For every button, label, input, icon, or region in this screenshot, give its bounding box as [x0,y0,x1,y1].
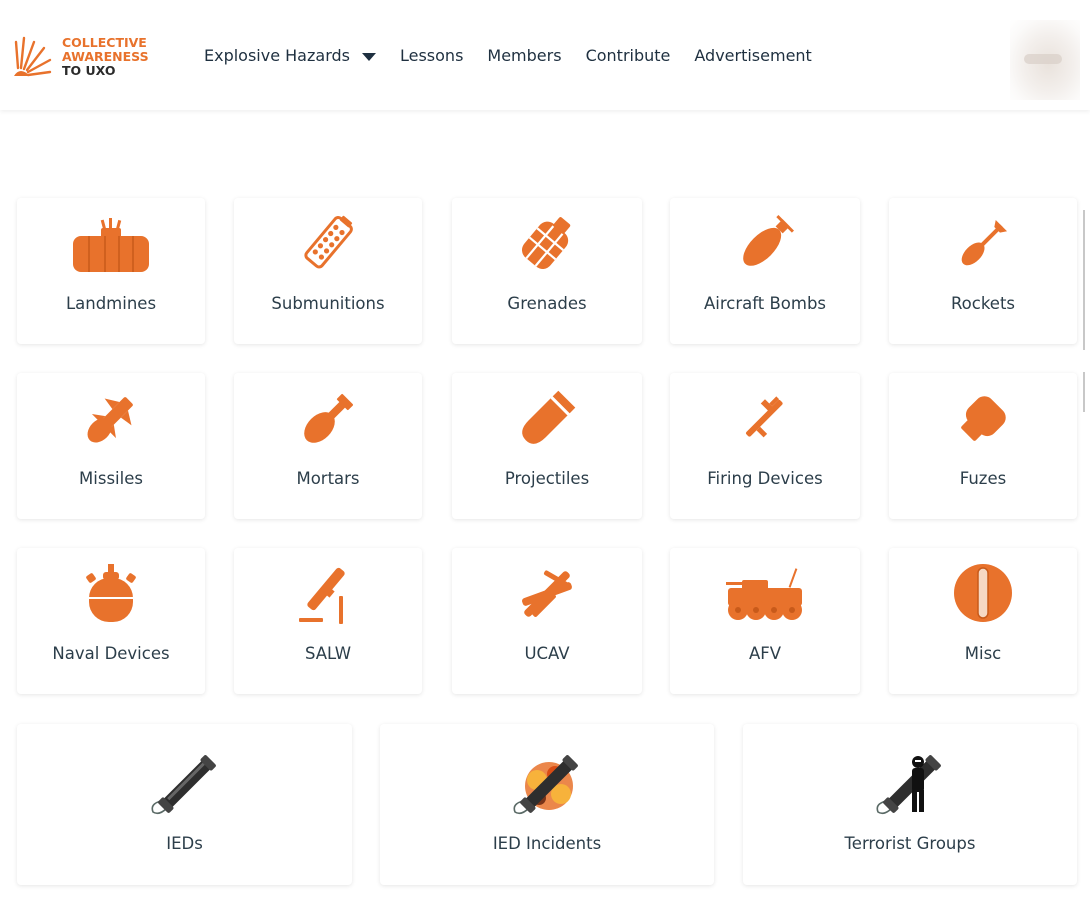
category-label: UCAV [524,644,570,663]
category-label: Firing Devices [707,469,823,488]
nav-advertisement[interactable]: Advertisement [694,46,811,65]
category-card-aircraft-bombs[interactable]: Aircraft Bombs [670,198,860,344]
user-avatar[interactable] [1010,20,1080,100]
scrollbar-track[interactable] [1083,210,1085,350]
category-label: Misc [964,644,1002,663]
category-label: Terrorist Groups [844,834,976,853]
category-label: SALW [304,644,352,663]
nav-contribute[interactable]: Contribute [586,46,671,65]
category-label: Grenades [507,294,587,313]
main-nav: Explosive Hazards Lessons Members Contri… [204,46,836,65]
category-card-grenades[interactable]: Grenades [452,198,642,344]
scrollbar-thumb[interactable] [1083,372,1085,412]
category-label: Aircraft Bombs [703,294,827,313]
ucav-icon [522,570,572,617]
category-card-landmines[interactable]: Landmines [17,198,205,344]
fuze-icon [961,396,1006,441]
category-card-ieds[interactable]: IEDs [17,724,352,885]
category-label: Submunitions [271,294,385,313]
category-label: IEDs [166,834,203,853]
projectile-icon [522,390,576,444]
category-card-misc[interactable]: Misc [889,548,1077,694]
ied-pipe-bomb-icon [151,755,216,815]
nav-lessons[interactable]: Lessons [400,46,463,65]
category-label: Landmines [65,294,157,313]
category-card-terrorist-groups[interactable]: Terrorist Groups [743,724,1077,885]
submunition-icon [304,215,353,269]
category-card-firing-devices[interactable]: Firing Devices [670,373,860,519]
naval-mine-icon [86,564,136,622]
category-card-naval-devices[interactable]: Naval Devices [17,548,205,694]
nav-explosive-hazards[interactable]: Explosive Hazards [204,46,376,65]
category-card-projectiles[interactable]: Projectiles [452,373,642,519]
category-card-afv[interactable]: AFV [670,548,860,694]
site-logo[interactable]: COLLECTIVE AWARENESS TO UXO [10,32,170,82]
misc-icon [954,564,1012,622]
category-card-submunitions[interactable]: Submunitions [234,198,422,344]
site-header: COLLECTIVE AWARENESS TO UXO Explosive Ha… [0,0,1090,110]
category-label: Naval Devices [52,644,170,663]
terrorist-group-icon [876,755,941,815]
category-label: Missiles [79,469,143,488]
category-card-fuzes[interactable]: Fuzes [889,373,1077,519]
mortar-icon [304,393,354,443]
nav-members[interactable]: Members [487,46,561,65]
category-card-mortars[interactable]: Mortars [234,373,422,519]
caret-down-icon [361,52,376,61]
category-label: Rockets [950,294,1016,313]
ied-explosion-icon [513,755,578,815]
firing-device-icon [746,396,783,438]
category-card-rockets[interactable]: Rockets [889,198,1077,344]
category-label: Mortars [296,469,360,488]
category-card-missiles[interactable]: Missiles [17,373,205,519]
category-label: AFV [748,644,782,663]
category-card-ucav[interactable]: UCAV [452,548,642,694]
rocket-icon [961,219,1008,266]
landmine-icon [73,218,149,272]
salw-icon [299,567,345,624]
category-label: Projectiles [504,469,590,488]
explosion-burst-icon [14,36,52,77]
logo-wordmark: COLLECTIVE AWARENESS TO UXO [62,35,149,78]
category-label: IED Incidents [492,834,602,853]
category-card-ied-incidents[interactable]: IED Incidents [380,724,714,885]
category-card-salw[interactable]: SALW [234,548,422,694]
category-label: Fuzes [959,469,1007,488]
aircraft-bomb-icon [743,215,794,266]
missile-icon [87,397,133,443]
grenade-icon [521,217,571,269]
afv-icon [726,568,802,620]
